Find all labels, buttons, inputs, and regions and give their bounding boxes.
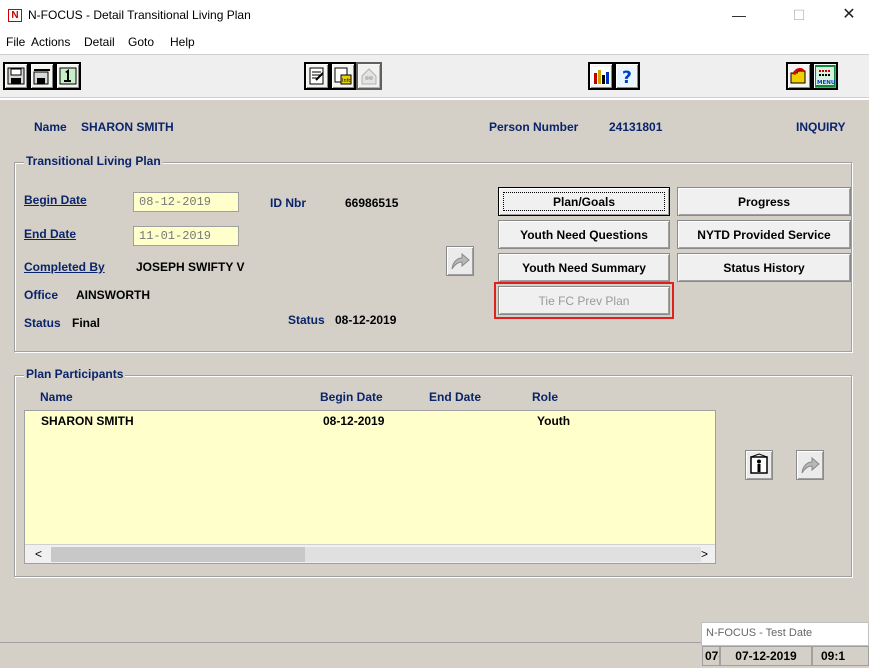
status-cell-partial: 07- xyxy=(702,646,720,666)
forward-arrow-icon xyxy=(451,252,470,270)
svg-text:MENU: MENU xyxy=(817,80,835,86)
menu-help[interactable]: Help xyxy=(170,35,195,49)
title-bar: N N-FOCUS - Detail Transitional Living P… xyxy=(0,0,869,30)
status-date: 07-12-2019 xyxy=(720,646,812,666)
forward-arrow-icon xyxy=(801,456,820,474)
menu-icon[interactable]: MENU xyxy=(812,62,838,90)
begin-date-field[interactable]: 08-12-2019 xyxy=(133,192,239,212)
begin-date-label[interactable]: Begin Date xyxy=(24,193,87,207)
participants-list[interactable] xyxy=(24,410,716,564)
info-icon[interactable]: Info xyxy=(330,62,356,90)
status-history-button[interactable]: Status History xyxy=(677,253,851,282)
menu-detail[interactable]: Detail xyxy=(84,35,115,49)
minimize-button[interactable]: — xyxy=(724,4,754,26)
row-role: Youth xyxy=(537,414,571,428)
column-header-role[interactable]: Role xyxy=(532,390,558,404)
completed-by-label[interactable]: Completed By xyxy=(24,260,105,274)
plan-goals-button[interactable]: Plan/Goals xyxy=(498,187,670,216)
end-date-field[interactable]: 11-01-2019 xyxy=(133,226,239,246)
person-detail-button[interactable] xyxy=(745,450,773,480)
table-row[interactable]: SHARON SMITH 08-12-2019 Youth xyxy=(25,411,715,431)
name-label: Name xyxy=(34,120,67,134)
svg-text:?: ? xyxy=(622,68,632,86)
office-value: AINSWORTH xyxy=(76,288,150,302)
person-detail-icon xyxy=(750,453,768,474)
end-date-label[interactable]: End Date xyxy=(24,227,76,241)
status-date-value: 08-12-2019 xyxy=(335,313,397,327)
participants-group-title: Plan Participants xyxy=(24,367,126,381)
maximize-button[interactable]: ☐ xyxy=(784,4,814,26)
help-icon[interactable]: ? xyxy=(614,62,640,90)
window-title: N-FOCUS - Detail Transitional Living Pla… xyxy=(28,8,251,22)
menu-actions[interactable]: Actions xyxy=(31,35,70,49)
app-icon: N xyxy=(8,9,22,22)
close-button[interactable]: ✕ xyxy=(834,4,864,26)
forward-arrow-button[interactable] xyxy=(446,246,474,276)
scroll-thumb[interactable] xyxy=(51,547,305,562)
id-nbr-label: ID Nbr xyxy=(270,196,306,210)
svg-text:Info: Info xyxy=(342,78,351,84)
save-close-icon[interactable] xyxy=(29,62,55,90)
menu-goto[interactable]: Goto xyxy=(128,35,154,49)
row-begin-date: 08-12-2019 xyxy=(323,414,385,428)
row-name: SHARON SMITH xyxy=(41,414,134,428)
progress-button[interactable]: Progress xyxy=(677,187,851,216)
toolbar: Info ? MENU xyxy=(0,54,869,98)
youth-need-summary-button[interactable]: Youth Need Summary xyxy=(498,253,670,282)
column-header-begin-date[interactable]: Begin Date xyxy=(320,390,383,404)
column-header-name[interactable]: Name xyxy=(40,390,73,404)
save-icon[interactable] xyxy=(3,62,29,90)
person-number-value: 24131801 xyxy=(609,120,663,134)
chart-icon[interactable] xyxy=(588,62,614,90)
column-header-end-date[interactable]: End Date xyxy=(429,390,481,404)
office-label: Office xyxy=(24,288,59,302)
nytd-provided-service-button[interactable]: NYTD Provided Service xyxy=(677,220,851,249)
test-date-tooltip: N-FOCUS - Test Date xyxy=(701,622,869,646)
status-value: Final xyxy=(72,316,101,330)
folder-return-icon[interactable] xyxy=(786,62,812,90)
mode-indicator: INQUIRY xyxy=(796,120,846,134)
id-nbr-value: 66986515 xyxy=(345,196,399,210)
status-label: Status xyxy=(24,316,61,330)
completed-by-value: JOSEPH SWIFTY V xyxy=(136,260,245,274)
family-icon[interactable] xyxy=(356,62,382,90)
scroll-left-arrow[interactable]: < xyxy=(35,547,42,561)
menu-file[interactable]: File xyxy=(6,35,25,49)
tie-fc-prev-plan-button[interactable]: Tie FC Prev Plan xyxy=(498,286,670,315)
status-date-label: Status xyxy=(288,313,325,327)
person-number-label: Person Number xyxy=(489,120,579,134)
name-value: SHARON SMITH xyxy=(81,120,174,134)
participant-forward-button[interactable] xyxy=(796,450,824,480)
scroll-right-arrow[interactable]: > xyxy=(701,547,708,561)
status-time: 09:1 xyxy=(812,646,869,666)
menu-bar: File Actions Detail Goto Help xyxy=(0,31,869,53)
horizontal-scrollbar[interactable]: < > xyxy=(25,544,715,563)
notepad-icon[interactable] xyxy=(304,62,330,90)
youth-need-questions-button[interactable]: Youth Need Questions xyxy=(498,220,670,249)
plan-group-title: Transitional Living Plan xyxy=(24,154,163,168)
exit-icon[interactable] xyxy=(55,62,81,90)
